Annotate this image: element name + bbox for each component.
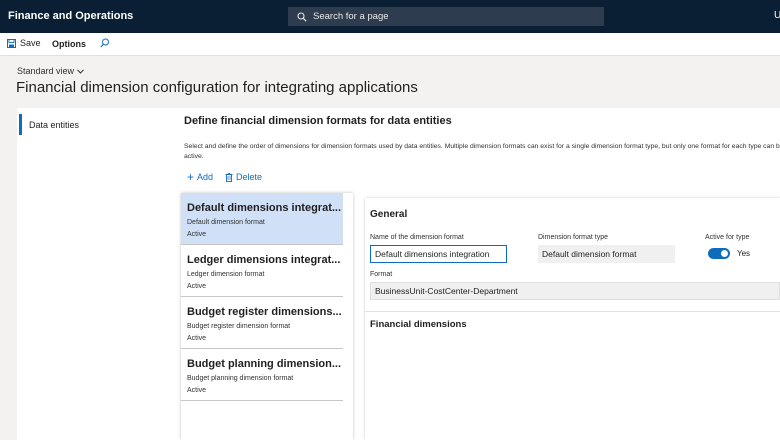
list-item-status: Active [187, 231, 207, 238]
view-label: Standard view [17, 66, 75, 76]
search-icon [297, 11, 307, 22]
nav-item-data-entities[interactable]: Data entities [17, 112, 178, 138]
toggle-knob [721, 250, 728, 257]
list-item[interactable]: Default dimensions integrat... Default d… [181, 193, 343, 245]
left-navigation: Data entities [17, 108, 178, 440]
format-field-label: Format [370, 271, 393, 278]
name-field-label: Name of the dimension format [370, 234, 464, 241]
dimension-format-list: Default dimensions integrat... Default d… [181, 193, 353, 440]
format-field: BusinessUnit-CostCenter-Department [370, 282, 780, 300]
delete-button[interactable]: Delete [225, 172, 262, 182]
user-avatar[interactable]: U [774, 10, 780, 21]
app-title[interactable]: Finance and Operations [8, 10, 133, 22]
section-description: Select and define the order of dimension… [184, 143, 780, 160]
active-toggle-value: Yes [737, 249, 751, 258]
action-pane: Save Options [0, 33, 780, 56]
add-button[interactable]: + Add [187, 170, 214, 184]
list-item-type: Default dimension format [187, 219, 265, 226]
search-placeholder: Search for a page [313, 11, 389, 22]
save-icon [7, 38, 16, 48]
list-item-title: Ledger dimensions integrat... [187, 254, 341, 266]
list-item-type: Ledger dimension format [187, 271, 265, 278]
detail-pane: General Name of the dimension format Def… [365, 198, 780, 440]
main-content: Define financial dimension formats for d… [178, 108, 780, 440]
type-field-label: Dimension format type [538, 234, 609, 241]
selected-indicator [19, 114, 22, 135]
plus-icon: + [187, 170, 195, 184]
save-label: Save [20, 38, 41, 48]
active-toggle[interactable] [708, 248, 730, 259]
top-navigation-bar: Finance and Operations Search for a page… [0, 0, 780, 33]
list-item-type: Budget register dimension format [187, 323, 291, 330]
list-item-title: Default dimensions integrat... [187, 202, 342, 214]
active-toggle-label: Active for type [705, 234, 750, 241]
page-title: Financial dimension configuration for in… [16, 79, 418, 96]
nav-item-label: Data entities [29, 120, 80, 130]
search-icon[interactable] [100, 38, 110, 48]
list-item-title: Budget planning dimension... [187, 358, 341, 370]
list-item-title: Budget register dimensions... [187, 306, 342, 318]
list-item-status: Active [187, 387, 207, 394]
list-item[interactable]: Ledger dimensions integrat... Ledger dim… [181, 245, 343, 297]
global-search-box[interactable]: Search for a page [288, 7, 604, 26]
add-label: Add [197, 172, 214, 182]
section-divider [365, 311, 780, 312]
list-item-type: Budget planning dimension format [187, 375, 294, 382]
chevron-down-icon [77, 68, 84, 74]
list-item[interactable]: Budget register dimensions... Budget reg… [181, 297, 343, 349]
general-section-title: General [370, 209, 408, 220]
trash-icon [225, 172, 233, 182]
section-title: Define financial dimension formats for d… [184, 115, 452, 127]
delete-label: Delete [236, 172, 263, 182]
name-field[interactable]: Default dimensions integration [370, 245, 507, 263]
view-selector[interactable]: Standard view [17, 66, 84, 76]
list-item-status: Active [187, 283, 207, 290]
save-button[interactable]: Save [7, 38, 41, 48]
list-item-status: Active [187, 335, 207, 342]
options-button[interactable]: Options [52, 39, 86, 49]
type-field: Default dimension format [538, 245, 675, 263]
list-item[interactable]: Budget planning dimension... Budget plan… [181, 349, 343, 401]
financial-dimensions-title: Financial dimensions [370, 319, 467, 330]
